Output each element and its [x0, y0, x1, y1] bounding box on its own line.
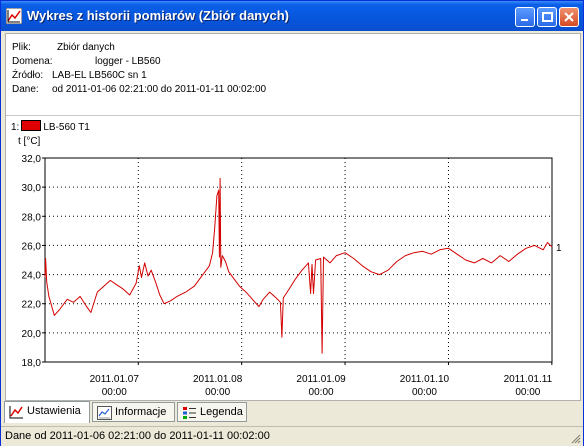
y-tick-label: 18,0 [22, 358, 42, 369]
maximize-button[interactable] [537, 7, 557, 27]
close-button[interactable] [559, 7, 579, 27]
tab-informacje[interactable]: Informacje [92, 402, 175, 422]
y-tick-label: 20,0 [22, 329, 42, 340]
application-window: Wykres z historii pomiarów (Zbiór danych… [0, 0, 584, 446]
plot-area [44, 157, 553, 363]
x-tick-date-label: 2011.01.08 [193, 374, 243, 385]
x-tick-time-label: 00:00 [205, 387, 230, 398]
x-tick-time-label: 00:00 [412, 387, 437, 398]
series-line [44, 177, 553, 354]
y-tick-label: 22,0 [22, 300, 42, 311]
x-tick-date-label: 2011.01.09 [296, 374, 346, 385]
tab-bar: Ustawienia Informacje Legenda [1, 401, 583, 425]
y-tick-label: 24,0 [22, 271, 42, 282]
chart-icon [9, 406, 23, 419]
status-bar: Dane od 2011-01-06 02:21:00 do 2011-01-1… [1, 426, 583, 446]
x-tick-date-label: 2011.01.10 [400, 374, 450, 385]
status-text: Dane od 2011-01-06 02:21:00 do 2011-01-1… [5, 430, 270, 442]
x-tick-time-label: 00:00 [515, 387, 540, 398]
chart-app-icon [6, 8, 22, 24]
info-chart-icon [97, 406, 112, 420]
tab-ustawienia-label: Ustawienia [27, 405, 81, 417]
maximize-icon [542, 12, 553, 22]
tab-informacje-label: Informacje [115, 406, 167, 418]
y-tick-label: 26,0 [22, 241, 42, 252]
tab-ustawienia[interactable]: Ustawienia [4, 401, 90, 423]
y-tick-label: 32,0 [22, 154, 42, 165]
x-tick-date-label: 2011.01.11 [504, 374, 553, 385]
title-bar[interactable]: Wykres z historii pomiarów (Zbiór danych… [1, 1, 583, 31]
close-icon [564, 12, 574, 22]
x-tick-time-label: 00:00 [309, 387, 334, 398]
chart-panel: Plik: Zbiór danych Domena: logger - LB56… [5, 33, 581, 401]
legend-icon [183, 407, 196, 419]
series-end-label: 1 [556, 243, 562, 254]
y-tick-label: 30,0 [22, 183, 42, 194]
x-tick-date-label: 2011.01.07 [90, 374, 140, 385]
minimize-button[interactable] [515, 7, 535, 27]
y-tick-label: 28,0 [22, 212, 42, 223]
window-title: Wykres z historii pomiarów (Zbiór danych… [27, 8, 289, 23]
resize-grip-icon[interactable] [569, 432, 581, 444]
x-tick-time-label: 00:00 [102, 387, 127, 398]
tab-legenda-label: Legenda [200, 406, 243, 418]
line-chart[interactable]: 32,0 30,0 28,0 26,0 24,0 22,0 20,0 18,0 2011.01.… [6, 34, 580, 400]
tab-legenda[interactable]: Legenda [177, 402, 247, 422]
minimize-icon [521, 19, 528, 21]
